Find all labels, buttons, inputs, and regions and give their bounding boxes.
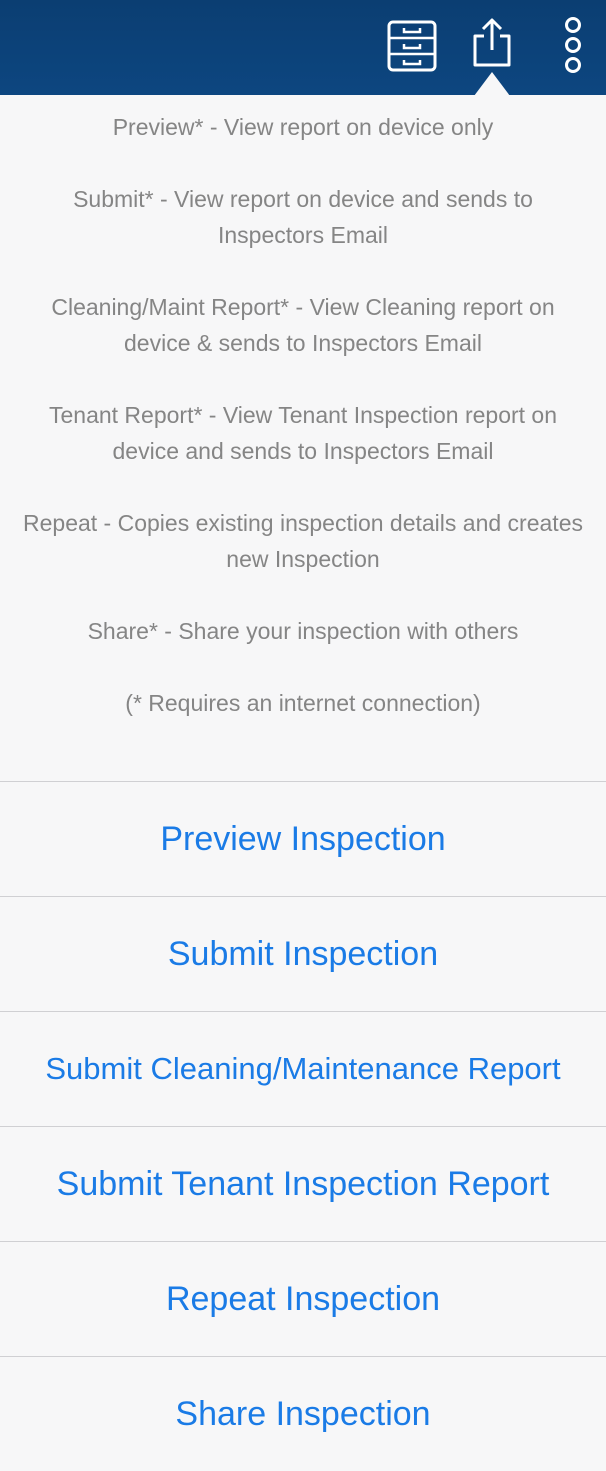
preview-inspection-button[interactable]: Preview Inspection <box>0 781 606 896</box>
description-submit: Submit* - View report on device and send… <box>73 186 533 248</box>
filing-cabinet-icon[interactable] <box>387 20 437 72</box>
submit-cleaning-maintenance-report-button[interactable]: Submit Cleaning/Maintenance Report <box>0 1011 606 1126</box>
popover-arrow <box>474 72 510 96</box>
description-tenant-report: Tenant Report* - View Tenant Inspection … <box>48 402 558 464</box>
action-list: Preview Inspection Submit Inspection Sub… <box>0 781 606 1471</box>
action-sheet-popover: Preview* - View report on device only Su… <box>0 95 606 1464</box>
description-preview: Preview* - View report on device only <box>112 114 494 140</box>
submit-tenant-inspection-report-button[interactable]: Submit Tenant Inspection Report <box>0 1126 606 1241</box>
navigation-bar <box>0 0 606 95</box>
share-icon[interactable] <box>470 16 514 68</box>
description-share: Share* - Share your inspection with othe… <box>87 618 519 644</box>
internet-requirement-note: (* Requires an internet connection) <box>125 690 481 716</box>
description-repeat: Repeat - Copies existing inspection deta… <box>23 510 583 572</box>
more-icon[interactable] <box>560 16 586 74</box>
description-cleaning-report: Cleaning/Maint Report* - View Cleaning r… <box>51 294 555 356</box>
share-inspection-button[interactable]: Share Inspection <box>0 1356 606 1471</box>
popover-message: Preview* - View report on device only Su… <box>0 95 606 781</box>
repeat-inspection-button[interactable]: Repeat Inspection <box>0 1241 606 1356</box>
submit-inspection-button[interactable]: Submit Inspection <box>0 896 606 1011</box>
